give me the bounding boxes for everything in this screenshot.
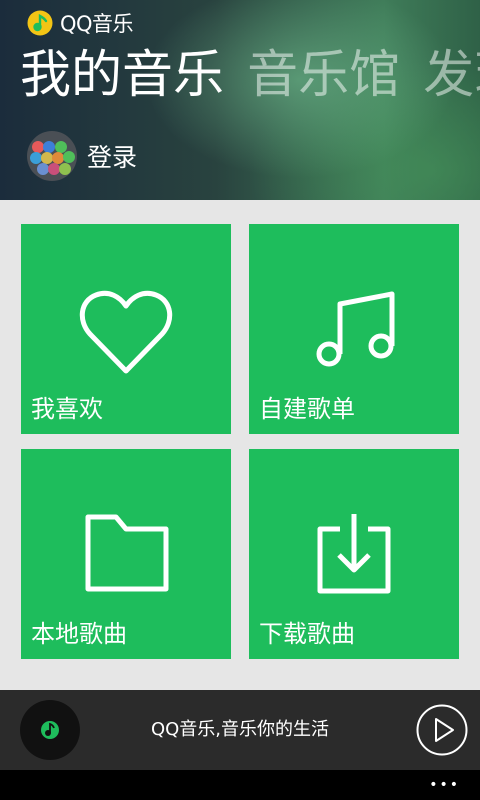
pivot-discover[interactable]: 发现 (423, 44, 480, 108)
heart-icon (79, 290, 173, 374)
album-art-disc[interactable] (20, 700, 80, 760)
folder-icon (85, 514, 169, 592)
avatar[interactable] (27, 131, 77, 181)
pivot-my-music[interactable]: 我的音乐 (20, 44, 224, 108)
now-playing-text: QQ音乐,音乐你的生活 (150, 719, 330, 740)
qq-music-logo-icon (27, 10, 53, 36)
tile-local-songs[interactable]: 本地歌曲 (21, 449, 231, 659)
tile-label: 自建歌单 (259, 395, 355, 423)
pivot-music-hall[interactable]: 音乐馆 (247, 44, 400, 108)
qq-music-disc-logo-icon (41, 721, 59, 739)
login-row[interactable]: 登录 (27, 131, 137, 181)
download-icon (317, 514, 391, 594)
tile-label: 我喜欢 (31, 395, 103, 423)
tile-downloaded-songs[interactable]: 下载歌曲 (249, 449, 459, 659)
tile-label: 本地歌曲 (31, 620, 127, 648)
tile-favorites[interactable]: 我喜欢 (21, 224, 231, 434)
tile-label: 下载歌曲 (259, 620, 355, 648)
login-label[interactable]: 登录 (87, 138, 137, 174)
app-bar: ••• (0, 770, 480, 800)
app-name: QQ音乐 (60, 12, 134, 36)
tile-my-playlists[interactable]: 自建歌单 (249, 224, 459, 434)
pivot-header: 我的音乐 音乐馆 发现 (20, 44, 480, 108)
more-options-icon[interactable]: ••• (429, 770, 460, 800)
mini-player[interactable]: QQ音乐,音乐你的生活 (0, 690, 480, 770)
header: QQ音乐 我的音乐 音乐馆 发现 登录 (0, 0, 480, 200)
app-title-bar: QQ音乐 (27, 9, 134, 37)
music-note-icon (316, 291, 395, 367)
play-icon[interactable] (416, 704, 468, 756)
